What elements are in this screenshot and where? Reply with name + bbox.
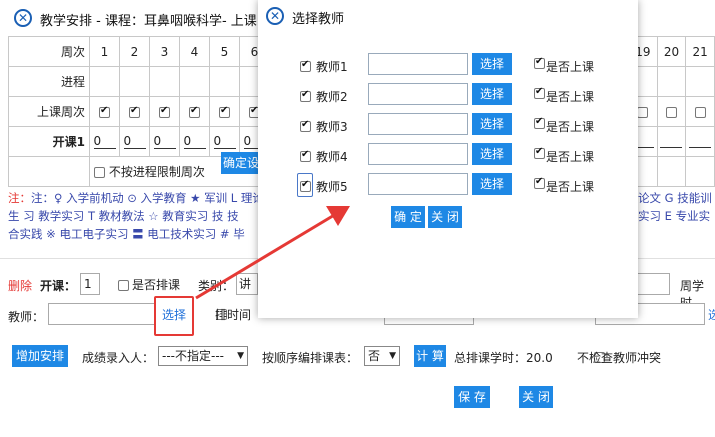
annotation-arrow-icon <box>195 206 350 300</box>
